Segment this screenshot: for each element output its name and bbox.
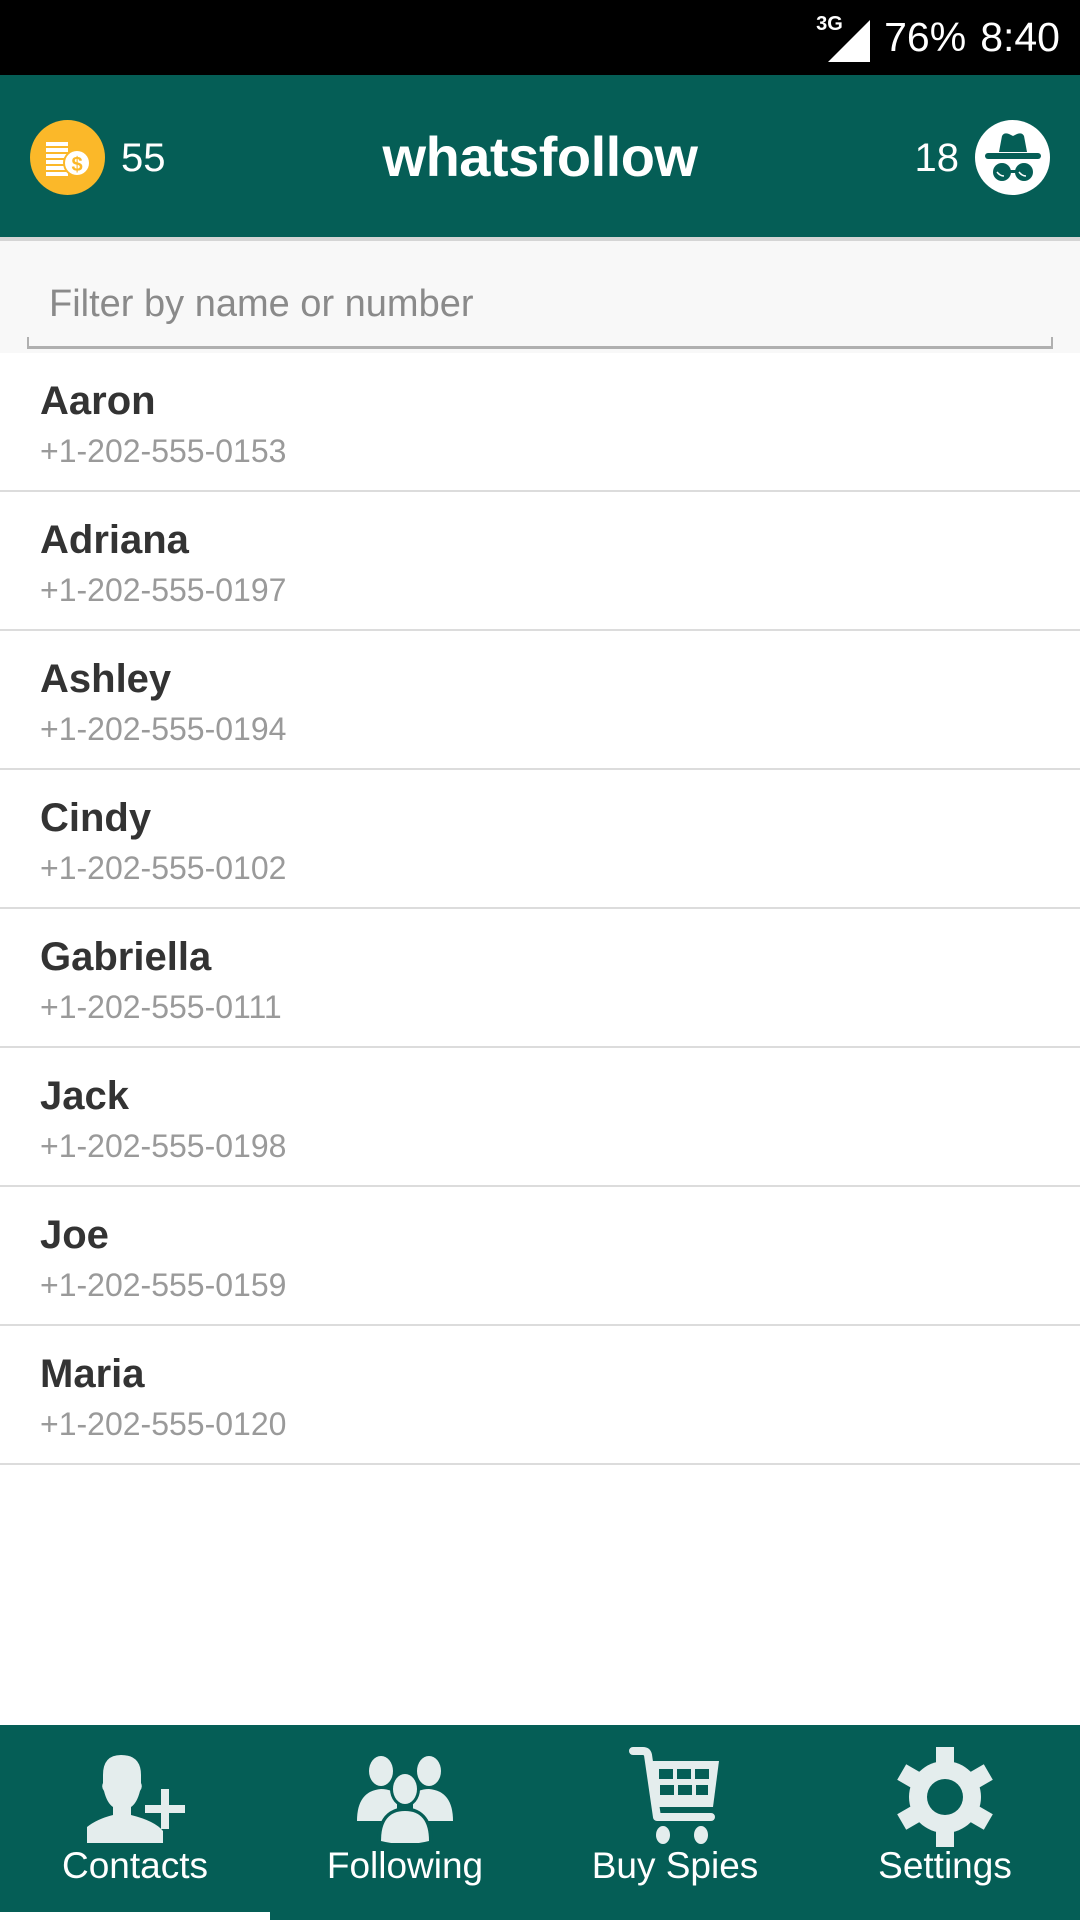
filter-input[interactable] xyxy=(27,275,1053,333)
cart-icon xyxy=(627,1747,723,1847)
status-bar: 3G 76% 8:40 xyxy=(0,0,1080,75)
network-indicator: 3G xyxy=(816,14,871,62)
contact-row[interactable]: Cindy +1-202-555-0102 xyxy=(0,770,1080,909)
contact-row[interactable]: Ashley +1-202-555-0194 xyxy=(0,631,1080,770)
bottom-nav: Contacts Following Buy Spies Settings xyxy=(0,1725,1080,1920)
contact-phone: +1-202-555-0198 xyxy=(40,1128,287,1164)
status-indicators: 3G 76% 8:40 xyxy=(816,0,1060,75)
contact-phone: +1-202-555-0197 xyxy=(40,572,287,608)
contact-phone: +1-202-555-0194 xyxy=(40,711,287,747)
nav-tab-buy-spies[interactable]: Buy Spies xyxy=(540,1725,810,1920)
group-icon xyxy=(353,1747,457,1847)
contact-name: Gabriella xyxy=(40,935,212,979)
contact-name: Cindy xyxy=(40,796,152,840)
nav-label: Following xyxy=(326,1845,484,1886)
spies-counter[interactable]: 18 xyxy=(914,120,1050,195)
nav-label: Buy Spies xyxy=(591,1845,759,1886)
contact-phone: +1-202-555-0111 xyxy=(40,989,282,1025)
active-tab-indicator xyxy=(0,1912,270,1920)
contact-row[interactable]: Joe +1-202-555-0159 xyxy=(0,1187,1080,1326)
gear-icon xyxy=(895,1747,995,1847)
spies-count: 18 xyxy=(914,135,960,180)
contact-name: Adriana xyxy=(40,518,189,562)
app-bar: $ 55 whatsfollow 18 xyxy=(0,75,1080,241)
filter-underline xyxy=(27,337,1053,349)
contact-name: Aaron xyxy=(40,379,156,423)
contact-name: Jack xyxy=(40,1074,129,1118)
contact-row[interactable]: Maria +1-202-555-0120 xyxy=(0,1326,1080,1465)
signal-icon xyxy=(828,19,871,62)
contact-phone: +1-202-555-0102 xyxy=(40,850,287,886)
contact-phone: +1-202-555-0159 xyxy=(40,1267,287,1303)
contact-phone: +1-202-555-0153 xyxy=(40,433,287,469)
contact-row[interactable]: Jack +1-202-555-0198 xyxy=(0,1048,1080,1187)
contact-row[interactable]: Adriana +1-202-555-0197 xyxy=(0,492,1080,631)
filter-area xyxy=(0,241,1080,353)
nav-tab-settings[interactable]: Settings xyxy=(810,1725,1080,1920)
nav-label: Contacts xyxy=(61,1845,208,1886)
contact-name: Ashley xyxy=(40,657,172,701)
nav-label: Settings xyxy=(878,1845,1012,1886)
nav-tab-contacts[interactable]: Contacts xyxy=(0,1725,270,1920)
add-contact-icon xyxy=(83,1747,187,1847)
contact-phone: +1-202-555-0120 xyxy=(40,1406,287,1442)
contact-name: Maria xyxy=(40,1352,145,1396)
battery-percentage: 76% xyxy=(884,14,967,60)
contact-list: Aaron +1-202-555-0153 Adriana +1-202-555… xyxy=(0,353,1080,1465)
contact-row[interactable]: Gabriella +1-202-555-0111 xyxy=(0,909,1080,1048)
contact-row[interactable]: Aaron +1-202-555-0153 xyxy=(0,353,1080,492)
nav-tab-following[interactable]: Following xyxy=(270,1725,540,1920)
contact-name: Joe xyxy=(40,1213,109,1257)
clock: 8:40 xyxy=(980,14,1060,60)
incognito-spy-icon xyxy=(975,120,1050,195)
